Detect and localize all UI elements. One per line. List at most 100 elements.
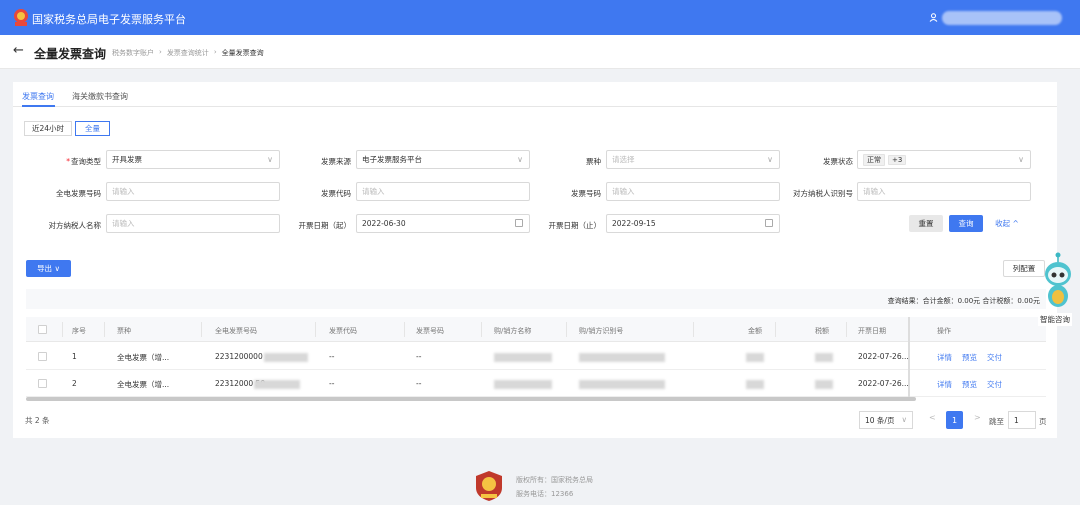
current-page-button[interactable]: 1 (946, 411, 963, 429)
query-type-value: 开具发票 (112, 155, 142, 164)
cell-seq: 1 (72, 352, 77, 361)
date-start-picker[interactable]: 2022-06-30 (356, 214, 530, 233)
breadcrumb-item[interactable]: 发票查询统计 (167, 48, 209, 58)
tab-customs-query[interactable]: 海关缴款书查询 (72, 91, 128, 102)
source-value: 电子发票服务平台 (362, 155, 422, 164)
status-tag: 正常 (863, 153, 885, 166)
breadcrumb: 税务数字账户 › 发票查询统计 › 全量发票查询 (112, 48, 264, 58)
next-page-icon[interactable]: > (974, 413, 981, 422)
ticket-kind-label: 票种 (586, 157, 601, 166)
preview-link[interactable]: 预览 (962, 379, 977, 390)
invoice-no-input[interactable]: 请输入 (606, 182, 780, 201)
fixed-column-shadow (908, 317, 910, 399)
redacted-mask (254, 380, 300, 389)
calendar-icon (515, 219, 523, 227)
active-tab-indicator (22, 105, 55, 107)
cell-date: 2022-07-26... (858, 379, 909, 388)
jump-page-input[interactable]: 1 (1008, 411, 1036, 429)
column-divider (104, 322, 105, 337)
smart-assistant[interactable]: 智能咨询 (1038, 252, 1078, 326)
redacted-mask (815, 353, 833, 362)
page-header: ← 全量发票查询 税务数字账户 › 发票查询统计 › 全量发票查询 (0, 35, 1080, 69)
export-button[interactable]: 导出 ∨ (26, 260, 71, 277)
invoice-code-label: 发票代码 (321, 189, 351, 198)
tax-shield-logo (476, 471, 502, 501)
deliver-link[interactable]: 交付 (987, 379, 1002, 390)
search-button[interactable]: 查询 (949, 215, 983, 232)
cell-number: 2231200000 (215, 352, 263, 361)
table-row: 2 全电发票（增... 22312000 50 -- -- 2022-07-26… (26, 370, 1046, 397)
th-invoice-no: 发票号码 (416, 327, 444, 335)
source-select[interactable]: 电子发票服务平台 ∨ (356, 150, 530, 169)
th-ops: 操作 (937, 327, 951, 335)
page-title: 全量发票查询 (34, 47, 107, 61)
ticket-kind-select[interactable]: 请选择 ∨ (606, 150, 780, 169)
user-name-redacted (942, 10, 1062, 25)
chevron-down-icon: ∨ (517, 155, 523, 164)
calendar-icon (765, 219, 773, 227)
ticket-kind-placeholder: 请选择 (612, 155, 635, 164)
detail-link[interactable]: 详情 (937, 352, 952, 363)
row-checkbox[interactable] (38, 379, 47, 388)
back-arrow-icon[interactable]: ← (13, 43, 24, 58)
user-menu[interactable] (929, 9, 1062, 26)
full-invoice-no-input[interactable]: 请输入 (106, 182, 280, 201)
redacted-mask (579, 353, 665, 362)
query-type-select[interactable]: 开具发票 ∨ (106, 150, 280, 169)
collapse-button[interactable]: 收起 ^ (991, 215, 1023, 232)
chevron-down-icon: ∨ (1018, 155, 1024, 164)
redacted-mask (579, 380, 665, 389)
cell-code: -- (329, 352, 335, 361)
jump-label: 跳至 (989, 417, 1004, 426)
redacted-mask (746, 380, 764, 389)
counter-tax-id-label: 对方纳税人识别号 (793, 189, 853, 198)
range-all-button[interactable]: 全量 (75, 121, 110, 136)
column-divider (315, 322, 316, 337)
counter-tax-id-input[interactable]: 请输入 (857, 182, 1031, 201)
breadcrumb-item[interactable]: 税务数字账户 (112, 48, 154, 58)
range-24h-button[interactable]: 近24小时 (24, 121, 72, 136)
page-size-value: 10 条/页 (865, 415, 895, 425)
chevron-down-icon: ∨ (901, 415, 908, 424)
deliver-link[interactable]: 交付 (987, 352, 1002, 363)
select-all-checkbox[interactable] (38, 325, 47, 334)
tab-invoice-query[interactable]: 发票查询 (22, 91, 54, 102)
counter-name-input[interactable]: 请输入 (106, 214, 280, 233)
invoice-code-input[interactable]: 请输入 (356, 182, 530, 201)
prev-page-icon[interactable]: < (929, 413, 936, 422)
cell-invoice-no: -- (416, 352, 422, 361)
cell-invoice-no: -- (416, 379, 422, 388)
total-count: 共 2 条 (25, 416, 50, 425)
th-party-name: 购/销方名称 (494, 327, 532, 335)
full-invoice-no-label: 全电发票号码 (56, 189, 101, 198)
row-checkbox[interactable] (38, 352, 47, 361)
query-type-label: *查询类型 (66, 157, 101, 166)
reset-button[interactable]: 重置 (909, 215, 943, 232)
service-phone-text: 服务电话：12366 (516, 490, 574, 498)
date-end-value: 2022-09-15 (612, 219, 656, 228)
redacted-mask (264, 353, 308, 362)
preview-link[interactable]: 预览 (962, 352, 977, 363)
table-row: 1 全电发票（增... 2231200000 -- -- 2022-07-26.… (26, 343, 1046, 370)
horizontal-scrollbar[interactable] (26, 397, 916, 401)
th-party-id: 购/销方识别号 (579, 327, 624, 335)
placeholder: 请输入 (362, 187, 385, 196)
date-end-picker[interactable]: 2022-09-15 (606, 214, 780, 233)
result-summary: 查询结果：合计金额：0.00元 合计税额：0.00元 (26, 289, 1046, 309)
redacted-mask (494, 353, 552, 362)
tab-bar: 发票查询 海关缴款书查询 (13, 82, 1057, 107)
placeholder: 请输入 (863, 187, 886, 196)
status-select[interactable]: 正常 +3 ∨ (857, 150, 1031, 169)
redacted-mask (815, 380, 833, 389)
detail-link[interactable]: 详情 (937, 379, 952, 390)
cell-kind: 全电发票（增... (117, 353, 170, 362)
th-kind: 票种 (117, 327, 131, 335)
counter-name-label: 对方纳税人名称 (48, 221, 102, 230)
breadcrumb-current: 全量发票查询 (221, 49, 264, 57)
page-unit-label: 页 (1039, 417, 1047, 426)
page-size-select[interactable]: 10 条/页 ∨ (859, 411, 913, 429)
column-divider (775, 322, 776, 337)
robot-assistant-icon (1045, 252, 1071, 307)
breadcrumb-separator-icon: › (159, 48, 162, 56)
status-label: 发票状态 (823, 157, 853, 166)
